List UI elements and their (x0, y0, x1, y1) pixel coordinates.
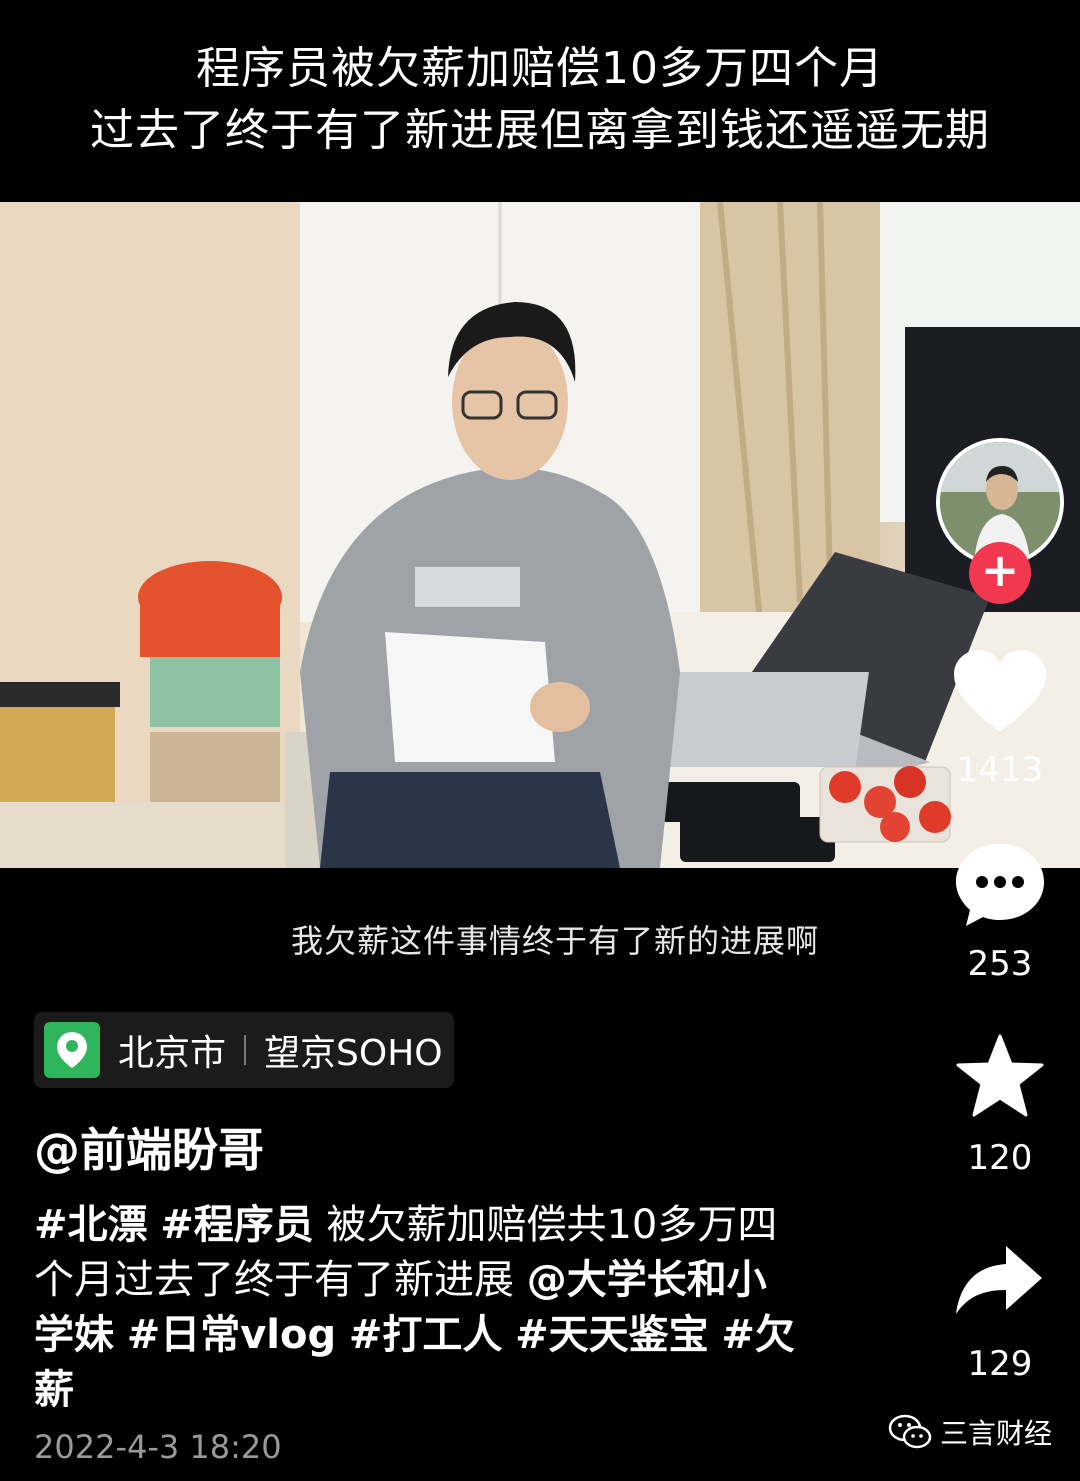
location-divider (244, 1035, 247, 1065)
headline-line-1: 程序员被欠薪加赔偿10多万四个月 (196, 43, 884, 94)
share-count: 129 (967, 1344, 1033, 1384)
hashtag[interactable]: #日常vlog (127, 1312, 336, 1358)
author-handle[interactable]: @前端盼哥 (34, 1114, 264, 1180)
hashtag[interactable]: #天天鉴宝 (515, 1312, 709, 1358)
video-frame-scene (0, 202, 1080, 868)
comment-count: 253 (967, 944, 1033, 984)
location-chip[interactable]: 北京市 望京SOHO (34, 1012, 454, 1088)
like-count: 1413 (956, 750, 1044, 790)
headline-line-2: 过去了终于有了新进展但离拿到钱还遥遥无期 (90, 105, 990, 156)
star-icon[interactable] (956, 1034, 1044, 1118)
watermark: 三言财经 (888, 1412, 1052, 1452)
wechat-icon (888, 1414, 932, 1449)
location-place: 望京SOHO (264, 1033, 443, 1074)
favorite-count: 120 (967, 1138, 1033, 1178)
map-pin-icon (44, 1022, 100, 1078)
share-arrow-icon[interactable] (954, 1244, 1044, 1316)
post-description: #北漂 #程序员 被欠薪加赔偿共10多万四个月过去了终于有了新进展 @大学长和小… (34, 1198, 804, 1418)
post-date: 2022-4-3 18:20 (34, 1428, 282, 1466)
hashtag[interactable]: #程序员 (160, 1202, 314, 1248)
video-player[interactable] (0, 202, 1080, 868)
location-city: 北京市 (118, 1033, 227, 1074)
hashtag[interactable]: #北漂 (34, 1202, 148, 1248)
hashtag[interactable]: #打工人 (349, 1312, 503, 1358)
headline-banner: 程序员被欠薪加赔偿10多万四个月 过去了终于有了新进展但离拿到钱还遥遥无期 (0, 0, 1080, 200)
comment-bubble-icon[interactable] (954, 842, 1046, 928)
plus-icon: + (980, 543, 1020, 597)
video-subtitle: 我欠薪这件事情终于有了新的进展啊 (290, 922, 819, 960)
follow-button[interactable]: + (969, 542, 1031, 604)
heart-icon[interactable] (952, 648, 1048, 734)
watermark-label: 三言财经 (940, 1417, 1053, 1450)
